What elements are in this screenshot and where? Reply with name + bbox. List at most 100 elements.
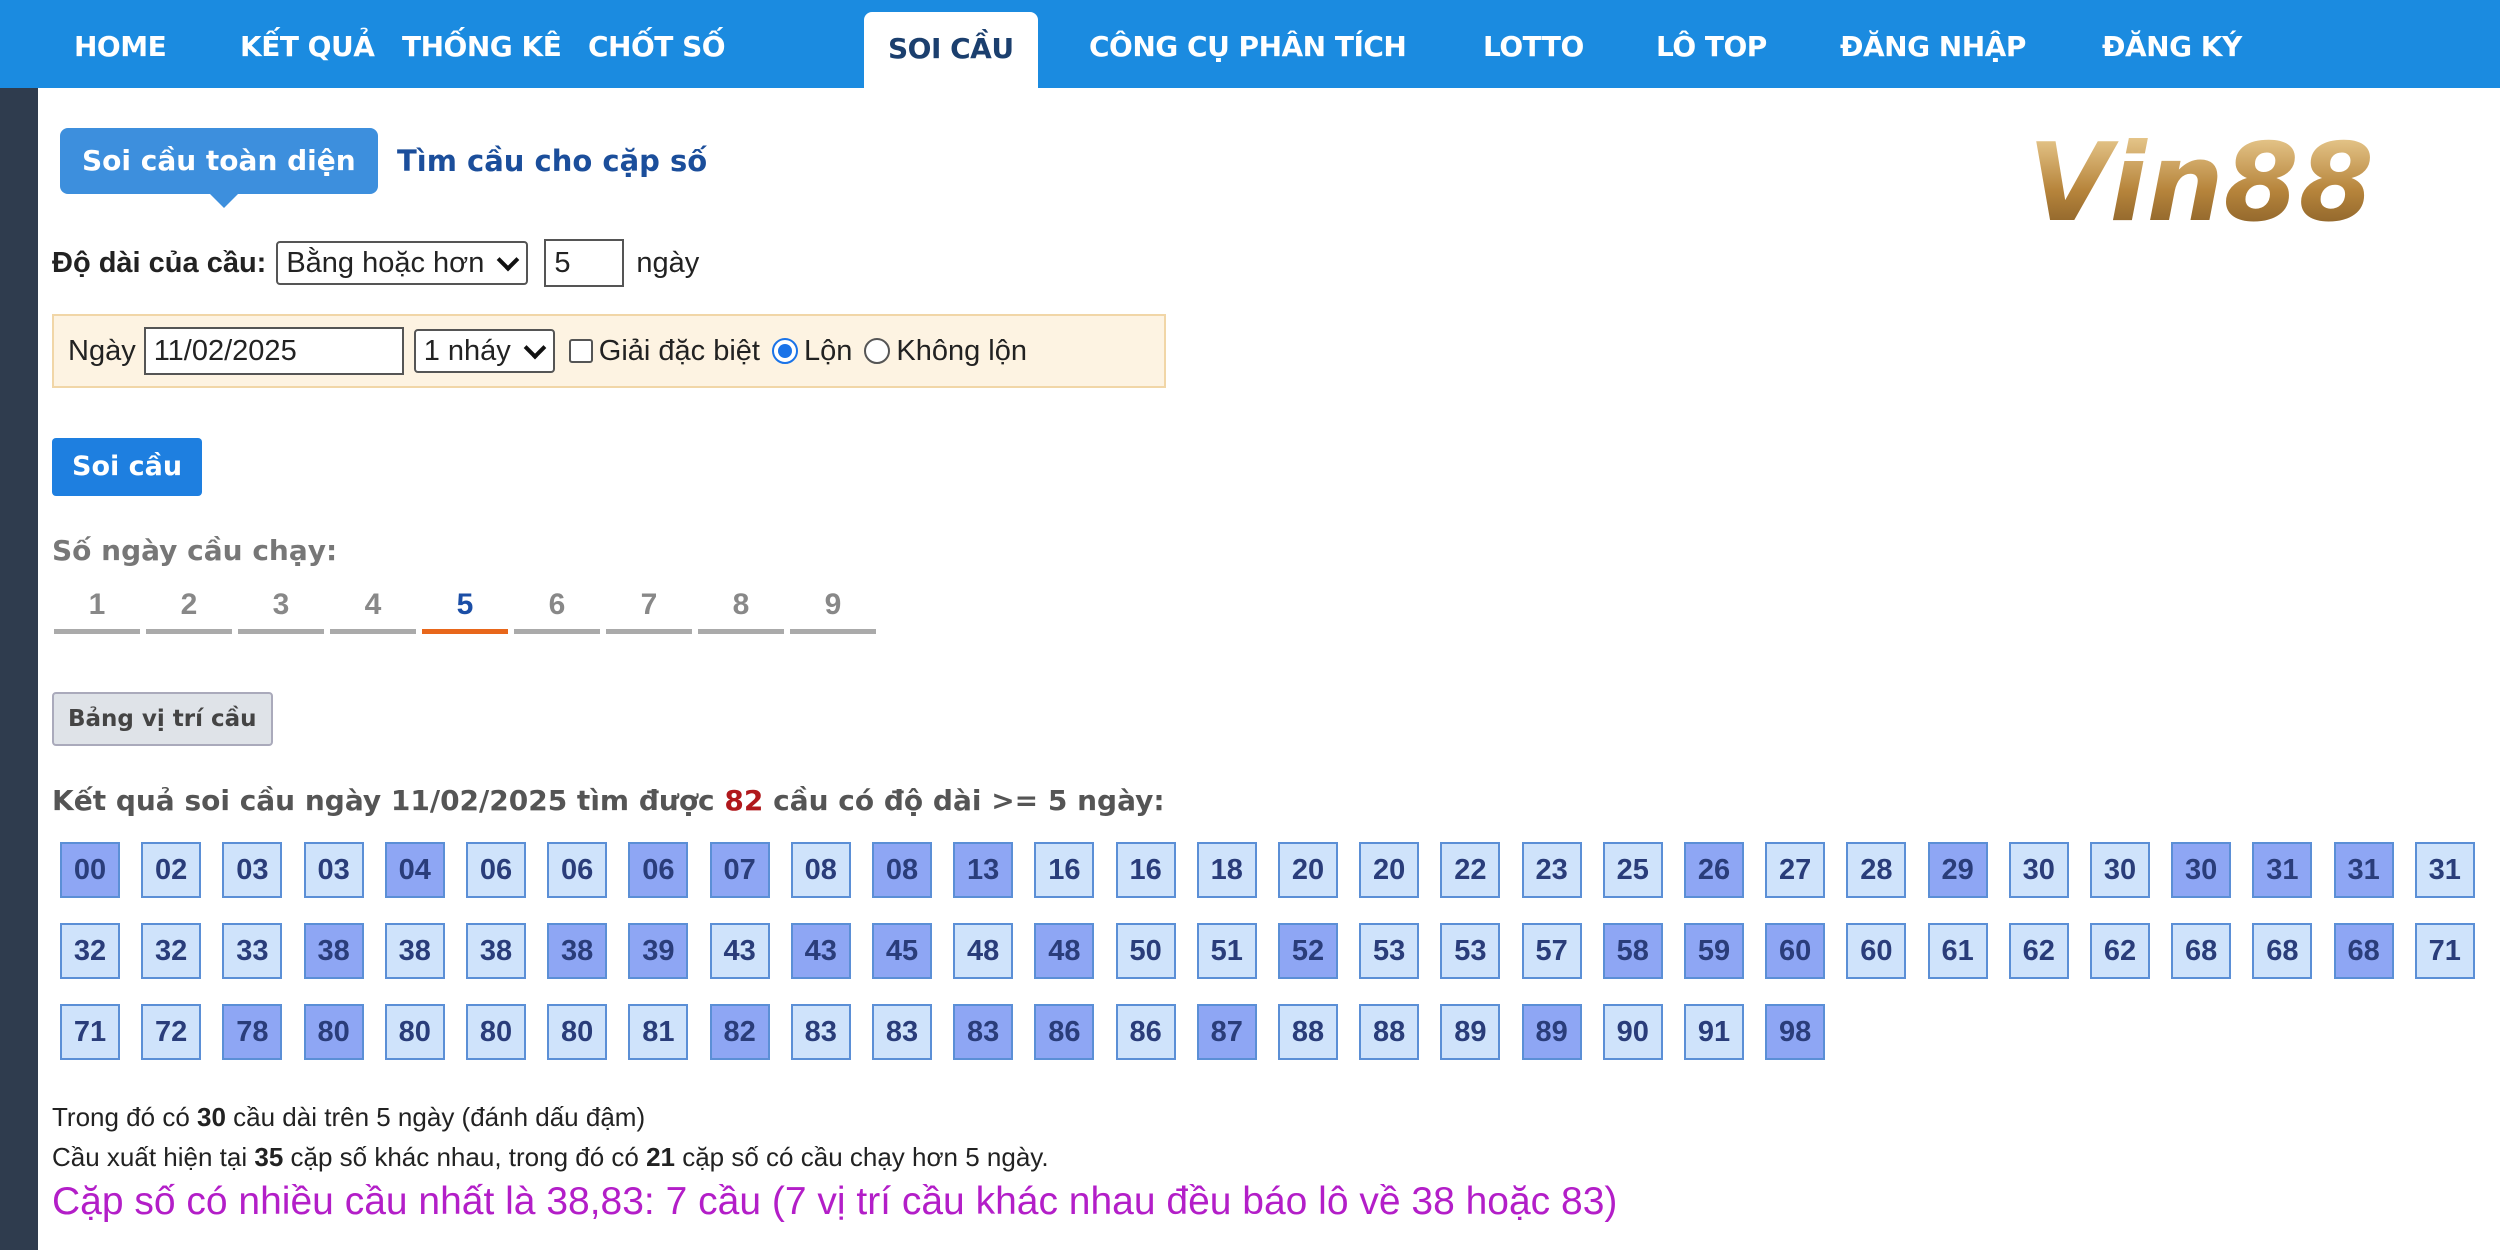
- cau-cell[interactable]: 53: [1359, 923, 1420, 979]
- cau-cell[interactable]: 80: [303, 1004, 364, 1060]
- cau-cell[interactable]: 32: [141, 923, 202, 979]
- cau-cell[interactable]: 71: [60, 1004, 120, 1060]
- cau-cell[interactable]: 68: [2171, 923, 2232, 979]
- cau-cell[interactable]: 27: [1765, 842, 1826, 898]
- bang-vi-tri-cau-button[interactable]: Bảng vị trí cầu: [52, 692, 273, 746]
- nhay-select[interactable]: 1 nháy: [413, 329, 555, 373]
- cau-cell[interactable]: 50: [1115, 923, 1176, 979]
- tab-tim-cau-cap-so[interactable]: Tìm cầu cho cặp số: [397, 128, 707, 194]
- day-tab-6[interactable]: 6: [514, 588, 600, 634]
- cau-cell[interactable]: 48: [953, 923, 1014, 979]
- cau-cell[interactable]: 20: [1359, 842, 1420, 898]
- cau-cell[interactable]: 53: [1440, 923, 1501, 979]
- day-tab-9[interactable]: 9: [790, 588, 876, 634]
- day-tab-4[interactable]: 4: [330, 588, 416, 634]
- cau-cell[interactable]: 83: [953, 1004, 1014, 1060]
- cau-cell[interactable]: 18: [1196, 842, 1257, 898]
- cau-cell[interactable]: 80: [466, 1004, 526, 1060]
- cau-cell[interactable]: 60: [1846, 923, 1907, 979]
- day-tab-2[interactable]: 2: [146, 588, 232, 634]
- cau-cell[interactable]: 88: [1278, 1004, 1338, 1060]
- cau-cell[interactable]: 98: [1765, 1004, 1826, 1060]
- cau-cell[interactable]: 39: [628, 923, 689, 979]
- cau-cell[interactable]: 30: [2008, 842, 2069, 898]
- cau-cell[interactable]: 38: [384, 923, 445, 979]
- cau-cell[interactable]: 06: [466, 842, 526, 898]
- nav-soi-cau[interactable]: SOI CẦU: [864, 12, 1038, 88]
- cau-cell[interactable]: 72: [141, 1004, 202, 1060]
- cau-cell[interactable]: 38: [547, 923, 608, 979]
- nav-cong-cu-phan-tich[interactable]: CÔNG CỤ PHÂN TÍCH: [1089, 30, 1407, 63]
- cau-cell[interactable]: 03: [222, 842, 283, 898]
- cau-cell[interactable]: 52: [1278, 923, 1338, 979]
- nav-home[interactable]: HOME: [74, 30, 167, 63]
- cau-cell[interactable]: 07: [709, 842, 770, 898]
- cau-cell[interactable]: 62: [2090, 923, 2150, 979]
- cau-cell[interactable]: 30: [2090, 842, 2150, 898]
- cau-cell[interactable]: 90: [1602, 1004, 1663, 1060]
- cau-cell[interactable]: 03: [303, 842, 364, 898]
- cau-cell[interactable]: 29: [1927, 842, 1988, 898]
- cau-cell[interactable]: 68: [2333, 923, 2394, 979]
- cau-cell[interactable]: 08: [872, 842, 932, 898]
- cau-cell[interactable]: 45: [872, 923, 932, 979]
- cau-cell[interactable]: 38: [466, 923, 526, 979]
- cau-cell[interactable]: 06: [628, 842, 689, 898]
- cau-cell[interactable]: 32: [60, 923, 120, 979]
- nav-lo-top[interactable]: LÔ TOP: [1656, 30, 1767, 63]
- cau-cell[interactable]: 86: [1034, 1004, 1095, 1060]
- cau-cell[interactable]: 38: [303, 923, 364, 979]
- cau-cell[interactable]: 91: [1684, 1004, 1744, 1060]
- cau-cell[interactable]: 31: [2333, 842, 2394, 898]
- cau-cell[interactable]: 22: [1440, 842, 1501, 898]
- cau-cell[interactable]: 20: [1278, 842, 1338, 898]
- date-input[interactable]: 11/02/2025: [143, 327, 404, 375]
- nav-lotto[interactable]: LOTTO: [1483, 30, 1584, 63]
- cau-cell[interactable]: 16: [1115, 842, 1176, 898]
- cau-cell[interactable]: 25: [1602, 842, 1663, 898]
- nav-chot-so[interactable]: CHỐT SỐ: [588, 30, 726, 63]
- cau-cell[interactable]: 28: [1846, 842, 1907, 898]
- nav-ket-qua[interactable]: KẾT QUẢ: [240, 30, 375, 63]
- cau-cell[interactable]: 04: [384, 842, 445, 898]
- cau-cell[interactable]: 51: [1196, 923, 1257, 979]
- cau-cell[interactable]: 89: [1521, 1004, 1582, 1060]
- cau-cell[interactable]: 08: [790, 842, 851, 898]
- cau-cell[interactable]: 60: [1765, 923, 1826, 979]
- day-tab-5[interactable]: 5: [422, 588, 508, 634]
- cau-cell[interactable]: 31: [2252, 842, 2313, 898]
- nav-thong-ke[interactable]: THỐNG KÊ: [402, 30, 562, 63]
- cau-cell[interactable]: 68: [2252, 923, 2313, 979]
- cau-cell[interactable]: 86: [1115, 1004, 1176, 1060]
- cau-cell[interactable]: 83: [790, 1004, 851, 1060]
- soi-cau-button[interactable]: Soi cầu: [52, 438, 203, 496]
- tab-soi-cau-toan-dien[interactable]: Soi cầu toàn diện: [60, 128, 378, 208]
- cau-cell[interactable]: 81: [628, 1004, 689, 1060]
- length-input[interactable]: 5: [544, 239, 625, 287]
- cau-cell[interactable]: 89: [1440, 1004, 1501, 1060]
- nav-dang-nhap[interactable]: ĐĂNG NHẬP: [1840, 30, 2026, 63]
- cau-cell[interactable]: 87: [1196, 1004, 1257, 1060]
- cau-cell[interactable]: 43: [709, 923, 770, 979]
- length-select[interactable]: Bằng hoặc hơn: [276, 241, 529, 285]
- cau-cell[interactable]: 88: [1359, 1004, 1420, 1060]
- cau-cell[interactable]: 23: [1521, 842, 1582, 898]
- cau-cell[interactable]: 83: [872, 1004, 932, 1060]
- day-tab-1[interactable]: 1: [54, 588, 140, 634]
- cau-cell[interactable]: 80: [384, 1004, 445, 1060]
- lon-radio[interactable]: [771, 338, 798, 364]
- giai-dac-biet-checkbox[interactable]: [568, 339, 593, 363]
- cau-cell[interactable]: 61: [1927, 923, 1988, 979]
- cau-cell[interactable]: 00: [60, 842, 120, 898]
- cau-cell[interactable]: 57: [1521, 923, 1582, 979]
- day-tab-7[interactable]: 7: [606, 588, 692, 634]
- cau-cell[interactable]: 16: [1034, 842, 1095, 898]
- cau-cell[interactable]: 43: [790, 923, 851, 979]
- cau-cell[interactable]: 58: [1602, 923, 1663, 979]
- cau-cell[interactable]: 06: [547, 842, 608, 898]
- day-tab-3[interactable]: 3: [238, 588, 324, 634]
- cau-cell[interactable]: 02: [141, 842, 202, 898]
- cau-cell[interactable]: 33: [222, 923, 283, 979]
- cau-cell[interactable]: 13: [953, 842, 1014, 898]
- cau-cell[interactable]: 82: [709, 1004, 770, 1060]
